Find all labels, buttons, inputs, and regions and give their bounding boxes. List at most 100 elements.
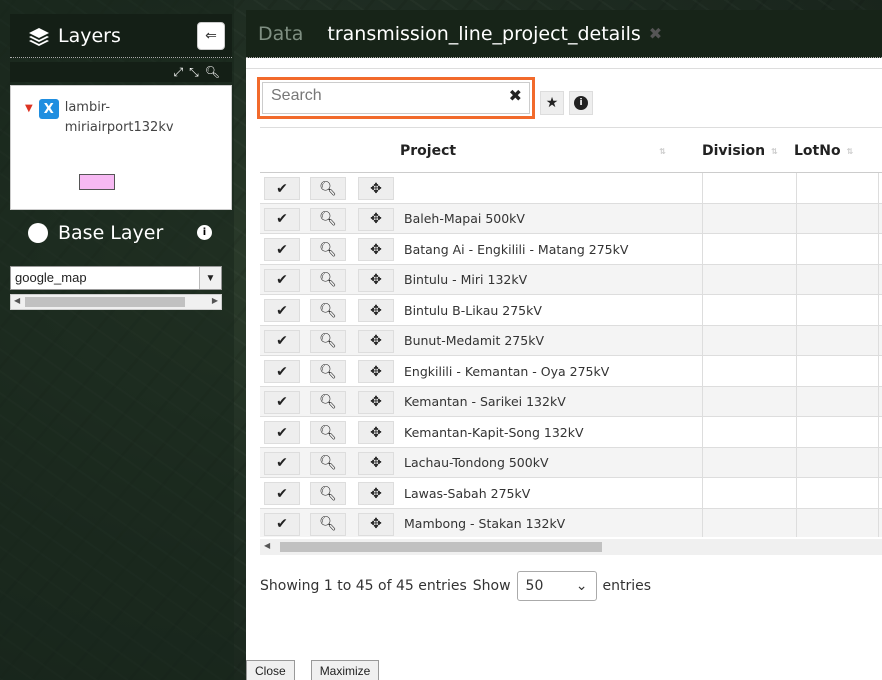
pan-to-row-button[interactable]: ✥: [358, 268, 394, 292]
zoom-icon[interactable]: 🔍︎: [205, 65, 220, 79]
pan-to-row-button[interactable]: ✥: [358, 512, 394, 536]
panel-buttons: Close Maximize: [246, 660, 380, 680]
column-divider: [702, 234, 703, 264]
layers-horizontal-scrollbar[interactable]: ◀ ▶: [10, 294, 222, 310]
tab-data[interactable]: Data: [258, 23, 303, 45]
scroll-right-icon[interactable]: ▶: [212, 296, 218, 305]
select-row-button[interactable]: ✔: [264, 268, 300, 292]
tab-project-details[interactable]: transmission_line_project_details ✖: [327, 23, 662, 45]
close-button[interactable]: Close: [246, 660, 295, 680]
select-row-button[interactable]: ✔: [264, 238, 300, 261]
column-divider: [878, 325, 879, 355]
layer-item[interactable]: ▼ X lambir-miriairport132kv: [25, 98, 185, 138]
scroll-left-icon[interactable]: ◀: [14, 296, 20, 305]
select-row-button[interactable]: ✔: [264, 299, 300, 322]
layers-title: Layers: [10, 25, 121, 47]
column-divider: [878, 203, 879, 233]
pan-to-row-button[interactable]: ✥: [358, 329, 394, 353]
maximize-button[interactable]: Maximize: [310, 660, 380, 680]
search-input[interactable]: Search: [262, 82, 530, 114]
select-row-button[interactable]: ✔: [264, 451, 300, 475]
pan-to-row-button[interactable]: ✥: [358, 421, 394, 444]
collapse-arrows-icon[interactable]: ⤡: [189, 65, 199, 80]
table-horizontal-scrollbar[interactable]: ◀: [260, 539, 882, 555]
pan-to-row-button[interactable]: ✥: [358, 207, 394, 231]
column-division[interactable]: Division ⇅: [702, 128, 778, 174]
layers-panel: Layers ⇐ ⤢ ⤡ 🔍︎ ▼ X lambir-miriairport13…: [0, 0, 234, 680]
base-layer-select[interactable]: google_map ▼: [10, 266, 222, 290]
expand-icon[interactable]: ⤢: [174, 65, 184, 80]
entries-label: entries: [602, 578, 652, 594]
zoom-icon: 🔍︎: [319, 272, 337, 288]
zoom-to-row-button[interactable]: 🔍︎: [310, 329, 346, 353]
remove-layer-icon[interactable]: X: [38, 99, 59, 119]
select-row-button[interactable]: ✔: [264, 207, 300, 231]
pan-to-row-button[interactable]: ✥: [358, 177, 394, 200]
zoom-to-row-button[interactable]: 🔍︎: [310, 299, 346, 322]
pan-to-row-button[interactable]: ✥: [358, 482, 394, 505]
column-divider: [878, 234, 879, 264]
check-icon: ✔: [276, 272, 288, 288]
column-divider: [702, 447, 703, 477]
select-row-button[interactable]: ✔: [264, 390, 300, 414]
column-divider: [796, 356, 797, 386]
select-row-button[interactable]: ✔: [264, 512, 300, 536]
zoom-to-row-button[interactable]: 🔍︎: [310, 451, 346, 475]
pan-to-row-button[interactable]: ✥: [358, 451, 394, 475]
scroll-left-icon[interactable]: ◀: [264, 541, 270, 550]
check-icon: ✔: [276, 241, 288, 258]
pan-to-row-button[interactable]: ✥: [358, 390, 394, 414]
pan-to-row-button[interactable]: ✥: [358, 238, 394, 261]
check-icon: ✔: [276, 363, 288, 380]
clear-search-icon[interactable]: ✖: [509, 86, 522, 105]
scrollbar-thumb[interactable]: [280, 542, 602, 552]
zoom-to-row-button[interactable]: 🔍︎: [310, 360, 346, 383]
dropdown-arrow-icon[interactable]: ▼: [199, 267, 221, 289]
select-row-button[interactable]: ✔: [264, 421, 300, 444]
zoom-icon: 🔍︎: [319, 424, 337, 441]
scrollbar-thumb[interactable]: [25, 297, 185, 307]
column-project[interactable]: Project ⇅: [400, 128, 680, 174]
check-icon: ✔: [276, 455, 288, 471]
zoom-to-row-button[interactable]: 🔍︎: [310, 238, 346, 261]
page-length-select[interactable]: 50 ⌄: [516, 571, 597, 601]
column-divider: [796, 325, 797, 355]
layer-legend-swatch: [79, 174, 115, 190]
zoom-to-row-button[interactable]: 🔍︎: [310, 207, 346, 231]
column-divider: [796, 386, 797, 416]
zoom-to-row-button[interactable]: 🔍︎: [310, 390, 346, 414]
move-icon: ✥: [370, 333, 382, 349]
info-button[interactable]: i: [569, 91, 593, 115]
pan-to-row-button[interactable]: ✥: [358, 360, 394, 383]
project-name: Lawas-Sabah 275kV: [404, 485, 531, 501]
zoom-to-row-button[interactable]: 🔍︎: [310, 177, 346, 200]
zoom-to-row-button[interactable]: 🔍︎: [310, 482, 346, 505]
chevron-down-icon: ⌄: [575, 578, 588, 594]
pan-to-row-button[interactable]: ✥: [358, 299, 394, 322]
table-row: ✔ 🔍︎ ✥ Baleh-Mapai 500kV: [260, 203, 882, 234]
zoom-to-row-button[interactable]: 🔍︎: [310, 512, 346, 536]
select-row-button[interactable]: ✔: [264, 329, 300, 353]
info-icon[interactable]: i: [197, 225, 212, 240]
caret-down-icon[interactable]: ▼: [25, 103, 33, 114]
column-divider: [878, 447, 879, 477]
zoom-to-row-button[interactable]: 🔍︎: [310, 268, 346, 292]
select-row-button[interactable]: ✔: [264, 177, 300, 200]
table-row: ✔ 🔍︎ ✥ Bintulu B-Likau 275kV: [260, 295, 882, 326]
select-row-button[interactable]: ✔: [264, 482, 300, 505]
table-row: ✔ 🔍︎ ✥ Kemantan - Sarikei 132kV: [260, 386, 882, 417]
column-divider: [702, 478, 703, 508]
project-name: Batang Ai - Engkilili - Matang 275kV: [404, 241, 629, 257]
tab-project-details-label: transmission_line_project_details: [327, 22, 641, 45]
column-divider: [702, 173, 703, 203]
select-row-button[interactable]: ✔: [264, 360, 300, 383]
column-lotno[interactable]: LotNo ⇅: [794, 128, 853, 174]
table-row: ✔ 🔍︎ ✥ Bintulu - Miri 132kV: [260, 264, 882, 295]
collapse-panel-button[interactable]: ⇐: [197, 22, 225, 50]
zoom-icon: 🔍︎: [319, 516, 337, 532]
column-divider: [878, 173, 879, 203]
close-tab-icon[interactable]: ✖: [649, 24, 662, 43]
data-panel-header: Data transmission_line_project_details ✖: [246, 10, 882, 58]
zoom-to-row-button[interactable]: 🔍︎: [310, 421, 346, 444]
favorite-button[interactable]: ★: [540, 91, 564, 115]
